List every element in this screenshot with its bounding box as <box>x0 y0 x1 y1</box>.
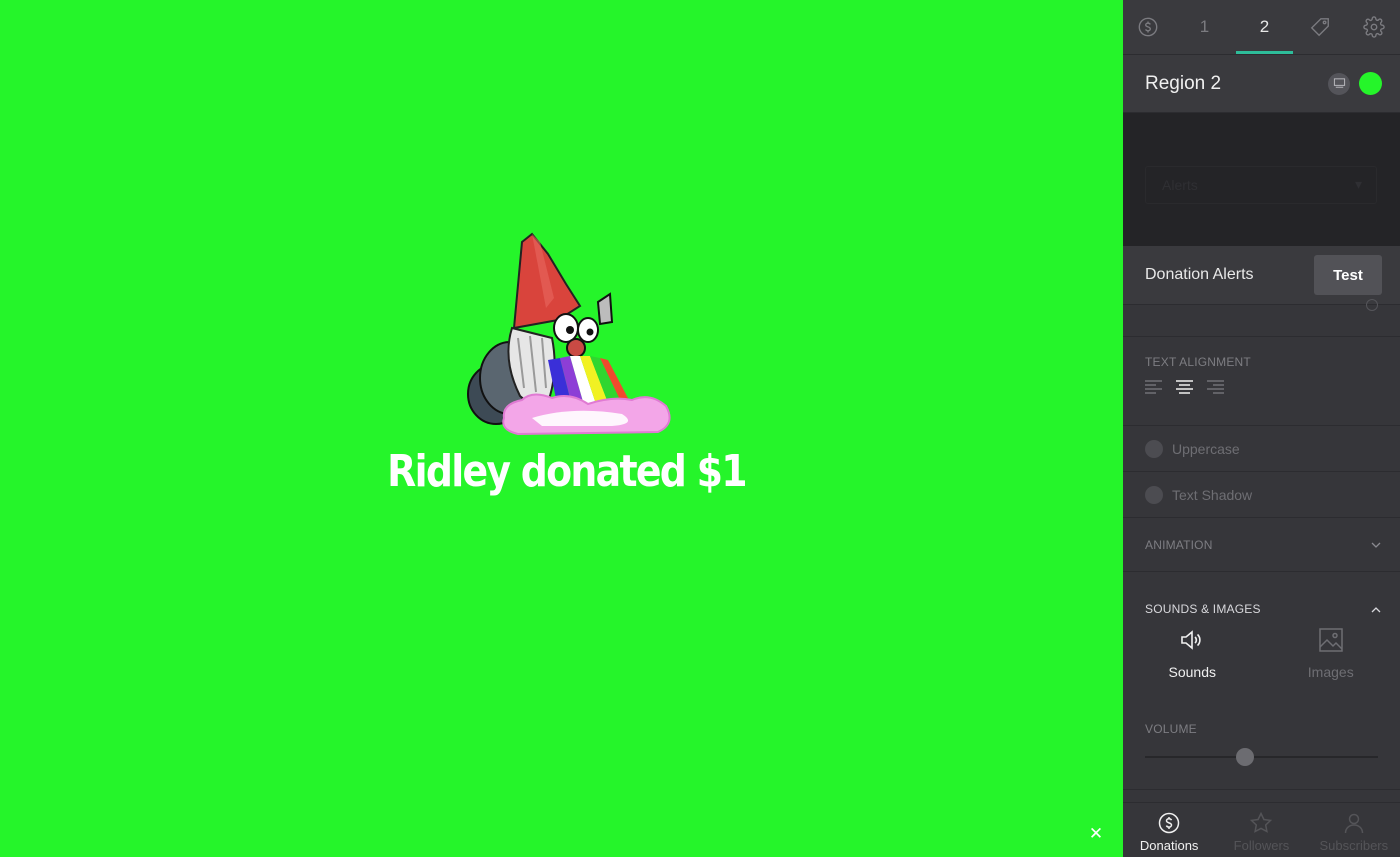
user-icon <box>1344 813 1364 834</box>
nav-donations[interactable]: Donations <box>1123 803 1215 857</box>
volume-section: VOLUME <box>1123 704 1400 790</box>
dollar-circle-icon <box>1138 17 1158 37</box>
align-right-icon <box>1207 380 1224 394</box>
sounds-tab-label: Sounds <box>1168 664 1216 680</box>
text-shadow-toggle[interactable]: Text Shadow <box>1123 472 1400 518</box>
nav-donations-label: Donations <box>1139 838 1199 853</box>
chevron-down-icon <box>1370 539 1382 551</box>
close-icon[interactable]: ✕ <box>1086 824 1106 844</box>
sounds-tab[interactable]: Sounds <box>1123 624 1262 704</box>
star-icon <box>1250 811 1273 833</box>
chevron-up-icon <box>1370 604 1382 616</box>
text-alignment-section: TEXT ALIGNMENT <box>1123 337 1400 426</box>
tab-donations-settings[interactable] <box>1123 0 1173 54</box>
volume-slider-knob[interactable] <box>1236 748 1255 766</box>
tab-tags[interactable] <box>1293 0 1347 54</box>
donation-alerts-label: Donation Alerts <box>1145 266 1254 283</box>
settings-panel: 1 2 Region 2 Alerts ▾ Donation Alerts Te… <box>1123 0 1400 857</box>
images-tab-label: Images <box>1307 664 1354 680</box>
speaker-icon <box>1181 630 1201 650</box>
tab-settings[interactable] <box>1347 0 1400 54</box>
alert-type-area: Alerts ▾ <box>1123 113 1400 246</box>
sounds-images-caption: SOUNDS & IMAGES <box>1145 602 1261 616</box>
animation-caption: ANIMATION <box>1145 537 1213 552</box>
align-center-icon <box>1176 380 1193 394</box>
nav-subscribers-label: Subscribers <box>1319 838 1389 853</box>
region-layout-button[interactable] <box>1328 72 1350 95</box>
align-left-button[interactable] <box>1145 379 1162 395</box>
region-status-indicator[interactable] <box>1359 72 1382 95</box>
layout-icon <box>1333 78 1345 88</box>
animation-section-header[interactable]: ANIMATION <box>1123 518 1400 572</box>
gear-icon <box>1362 16 1385 38</box>
text-alignment-options <box>1145 379 1378 395</box>
test-button[interactable]: Test <box>1314 255 1382 295</box>
images-tab[interactable]: Images <box>1262 624 1400 704</box>
top-tab-bar: 1 2 <box>1123 0 1400 55</box>
text-shadow-radio[interactable] <box>1145 485 1163 504</box>
uppercase-toggle[interactable]: Uppercase <box>1123 426 1400 472</box>
sounds-images-section-header[interactable]: SOUNDS & IMAGES <box>1123 572 1400 624</box>
volume-slider[interactable] <box>1145 746 1378 768</box>
nav-subscribers[interactable]: Subscribers <box>1308 803 1400 857</box>
align-left-icon <box>1145 380 1162 394</box>
alert-type-select-value: Alerts <box>1162 177 1198 193</box>
donation-alerts-header: Donation Alerts Test <box>1123 246 1400 305</box>
tab-region-2[interactable]: 2 <box>1236 0 1293 54</box>
tab-region-1[interactable]: 1 <box>1173 0 1236 54</box>
partial-control <box>1366 299 1378 311</box>
tag-icon <box>1310 18 1329 37</box>
image-icon <box>1319 628 1343 652</box>
gnome-rainbow-alert-image <box>467 232 671 436</box>
tab-region-1-label: 1 <box>1199 17 1210 36</box>
scrolled-row <box>1123 299 1400 337</box>
region-header: Region 2 <box>1123 55 1400 113</box>
chevron-down-icon: ▾ <box>1354 176 1362 192</box>
text-alignment-caption: TEXT ALIGNMENT <box>1145 355 1251 369</box>
media-type-tabs: Sounds Images <box>1123 624 1400 704</box>
uppercase-radio[interactable] <box>1145 439 1163 458</box>
dollar-circle-icon <box>1158 812 1180 834</box>
volume-slider-track <box>1145 756 1378 758</box>
alert-preview-canvas: Ridley donated $1 ✕ <box>0 0 1123 857</box>
align-center-button[interactable] <box>1176 379 1193 395</box>
nav-followers-label: Followers <box>1233 838 1290 853</box>
alert-message-text: Ridley donated $1 <box>387 446 747 497</box>
text-shadow-label: Text Shadow <box>1172 486 1253 503</box>
tab-region-2-label: 2 <box>1259 17 1270 36</box>
align-right-button[interactable] <box>1207 379 1224 395</box>
nav-followers[interactable]: Followers <box>1215 803 1307 857</box>
alert-type-select[interactable]: Alerts ▾ <box>1145 166 1377 204</box>
bottom-navigation: Donations Followers Subscribers <box>1123 802 1400 857</box>
uppercase-label: Uppercase <box>1172 440 1240 457</box>
volume-caption: VOLUME <box>1145 722 1197 736</box>
region-title: Region 2 <box>1145 72 1222 94</box>
